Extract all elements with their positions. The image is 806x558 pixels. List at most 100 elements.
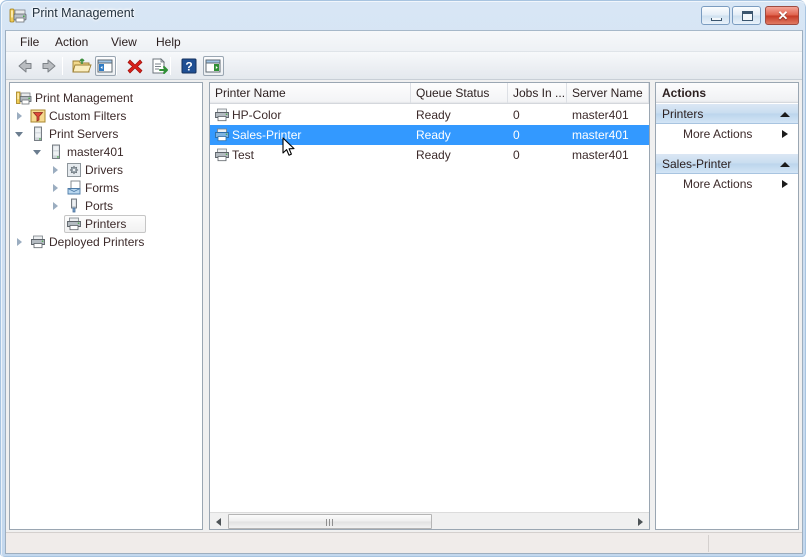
- tree-node-drivers[interactable]: Drivers: [10, 161, 202, 179]
- minimize-button[interactable]: [701, 6, 730, 25]
- actions-item-label: More Actions: [683, 127, 753, 141]
- delete-x-icon: [127, 59, 143, 74]
- close-icon: ✕: [777, 8, 789, 23]
- svg-text:?: ?: [185, 60, 192, 74]
- chevron-right-icon[interactable]: [53, 184, 58, 192]
- export-list-button[interactable]: [148, 55, 171, 77]
- chevron-down-icon[interactable]: [33, 150, 41, 155]
- status-bar: [6, 532, 802, 553]
- tree-node-forms[interactable]: Forms: [10, 179, 202, 197]
- tree-node-label: Deployed Printers: [49, 235, 145, 249]
- more-actions-printers[interactable]: More Actions: [656, 124, 798, 145]
- printer-icon: [67, 217, 81, 231]
- tree-node-master401[interactable]: master401: [10, 143, 202, 161]
- back-button[interactable]: [14, 55, 37, 77]
- up-one-level-button[interactable]: [70, 55, 93, 77]
- maximize-button[interactable]: [732, 6, 761, 25]
- tree-node-label: Forms: [85, 181, 119, 195]
- cell-printer-name: Sales-Printer: [232, 128, 302, 142]
- custom-filters-icon: [30, 109, 46, 123]
- forward-arrow-icon: [42, 59, 56, 73]
- list-column-headers[interactable]: Printer Name Queue Status Jobs In ... Serve…: [210, 83, 649, 104]
- scroll-right-icon: [638, 518, 643, 526]
- menu-file[interactable]: File: [14, 34, 45, 50]
- tree-node-ports[interactable]: Ports: [10, 197, 202, 215]
- toolbar-separator: [62, 57, 63, 75]
- show-hide-action-pane-button[interactable]: [202, 55, 225, 77]
- table-row[interactable]: Test Ready 0 master401: [210, 145, 649, 165]
- actions-pane[interactable]: Actions Printers More Actions Sales-Printe…: [655, 82, 799, 530]
- console-tree-icon: [97, 59, 113, 73]
- cell-printer-name: Test: [232, 148, 255, 162]
- actions-group-label: Printers: [662, 107, 704, 121]
- show-hide-console-tree-button[interactable]: [94, 55, 117, 77]
- panels-row: Print Management Custom Filters Print Serv…: [6, 80, 802, 532]
- chevron-right-icon[interactable]: [17, 112, 22, 120]
- actions-group-sales-printer[interactable]: Sales-Printer: [656, 153, 798, 174]
- deployed-printers-icon: [31, 235, 45, 249]
- tree-node-deployed-printers[interactable]: Deployed Printers: [10, 233, 202, 251]
- help-button[interactable]: ?: [178, 55, 201, 77]
- menu-action[interactable]: Action: [49, 34, 94, 50]
- collapse-triangle-icon[interactable]: [780, 162, 790, 167]
- tree-node-printers[interactable]: Printers: [10, 215, 202, 233]
- forward-button[interactable]: [38, 55, 61, 77]
- chevron-right-icon[interactable]: [53, 166, 58, 174]
- chevron-down-icon[interactable]: [15, 132, 23, 137]
- menu-view[interactable]: View: [105, 34, 143, 50]
- tree-node-print-servers[interactable]: Print Servers: [10, 125, 202, 143]
- actions-group-printers[interactable]: Printers: [656, 103, 798, 124]
- drivers-icon: [67, 163, 81, 177]
- actions-pane-title: Actions: [656, 83, 798, 103]
- tree-node-custom-filters[interactable]: Custom Filters: [10, 107, 202, 125]
- more-actions-sales-printer[interactable]: More Actions: [656, 174, 798, 195]
- print-management-window: Print Management ✕ FileAction View Help: [0, 0, 806, 557]
- console-tree-pane[interactable]: Print Management Custom Filters Print Serv…: [9, 82, 203, 530]
- submenu-arrow-icon[interactable]: [782, 180, 788, 188]
- cell-queue-status: Ready: [416, 108, 451, 122]
- cell-printer-name: HP-Color: [232, 108, 282, 122]
- delete-button[interactable]: [124, 55, 147, 77]
- table-row[interactable]: HP-Color Ready 0 master401: [210, 105, 649, 125]
- chevron-right-icon[interactable]: [17, 238, 22, 246]
- horizontal-scrollbar[interactable]: [210, 512, 649, 529]
- ports-icon: [71, 198, 77, 213]
- window-title: Print Management: [32, 6, 135, 20]
- scrollbar-thumb[interactable]: [228, 514, 432, 529]
- submenu-arrow-icon[interactable]: [782, 130, 788, 138]
- scroll-left-icon: [216, 518, 221, 526]
- cell-server-name: master401: [572, 148, 629, 162]
- toolbar: ?: [6, 52, 802, 80]
- cell-server-name: master401: [572, 128, 629, 142]
- column-server-name[interactable]: Server Name: [567, 83, 649, 103]
- column-jobs-in-queue[interactable]: Jobs In ...: [508, 83, 567, 103]
- chevron-right-icon[interactable]: [53, 202, 58, 210]
- column-queue-status[interactable]: Queue Status: [411, 83, 508, 103]
- tree-node-label: Drivers: [85, 163, 123, 177]
- table-row[interactable]: Sales-Printer Ready 0 master401: [210, 125, 649, 145]
- print-management-icon: [16, 91, 32, 105]
- printer-icon: [215, 148, 229, 162]
- collapse-triangle-icon[interactable]: [780, 112, 790, 117]
- forms-icon: [67, 180, 81, 195]
- scroll-left-button[interactable]: [210, 513, 227, 529]
- back-arrow-icon: [18, 59, 32, 73]
- server-icon: [34, 126, 42, 141]
- open-folder-icon: [72, 58, 92, 73]
- tree-node-label: Print Servers: [49, 127, 119, 141]
- actions-item-label: More Actions: [683, 177, 753, 191]
- cell-queue-status: Ready: [416, 148, 451, 162]
- printers-list-pane[interactable]: Printer Name Queue Status Jobs In ... Serve…: [209, 82, 650, 530]
- minimize-icon: [711, 18, 722, 21]
- cell-queue-status: Ready: [416, 128, 451, 142]
- server-icon: [52, 144, 60, 159]
- tree-node-label: Ports: [85, 199, 114, 213]
- column-printer-name[interactable]: Printer Name: [210, 83, 411, 103]
- export-list-icon: [152, 58, 168, 74]
- menu-help[interactable]: Help: [150, 34, 187, 50]
- tree-node-label: Print Management: [35, 91, 134, 105]
- tree-node-print-management[interactable]: Print Management: [10, 89, 202, 107]
- close-button[interactable]: ✕: [765, 6, 799, 25]
- title-bar[interactable]: Print Management ✕: [1, 1, 806, 30]
- scroll-right-button[interactable]: [632, 513, 649, 529]
